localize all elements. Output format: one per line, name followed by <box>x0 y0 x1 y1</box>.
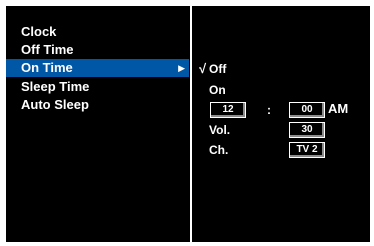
timer-menu-list: Clock Off Time On Time ▶ Sleep Time Auto… <box>6 6 189 242</box>
option-off[interactable]: Off <box>209 61 226 77</box>
menu-item-clock[interactable]: Clock <box>6 23 189 41</box>
menu-item-label: On Time <box>21 60 73 75</box>
menu-item-label: Sleep Time <box>21 79 90 94</box>
channel-field[interactable]: TV 2 <box>289 142 325 158</box>
option-on[interactable]: On <box>209 82 226 98</box>
ampm-label[interactable]: AM <box>328 101 348 117</box>
timer-menu-panel: Clock Off Time On Time ▶ Sleep Time Auto… <box>6 6 370 242</box>
hour-field[interactable]: 12 <box>210 102 246 118</box>
checkmark-icon: √ <box>199 61 207 76</box>
pane-divider <box>190 6 192 242</box>
minute-field[interactable]: 00 <box>289 102 325 118</box>
menu-item-off-time[interactable]: Off Time <box>6 41 189 59</box>
menu-item-label: Off Time <box>21 42 74 57</box>
menu-item-label: Clock <box>21 24 57 39</box>
volume-label: Vol. <box>209 123 231 137</box>
time-separator: : <box>267 103 271 117</box>
menu-item-on-time[interactable]: On Time ▶ <box>6 59 189 77</box>
channel-label: Ch. <box>209 143 229 157</box>
right-triangle-icon: ▶ <box>178 63 185 73</box>
volume-field[interactable]: 30 <box>289 122 325 138</box>
menu-item-sleep-time[interactable]: Sleep Time <box>6 78 189 96</box>
menu-item-auto-sleep[interactable]: Auto Sleep <box>6 96 189 114</box>
menu-item-label: Auto Sleep <box>21 97 89 112</box>
